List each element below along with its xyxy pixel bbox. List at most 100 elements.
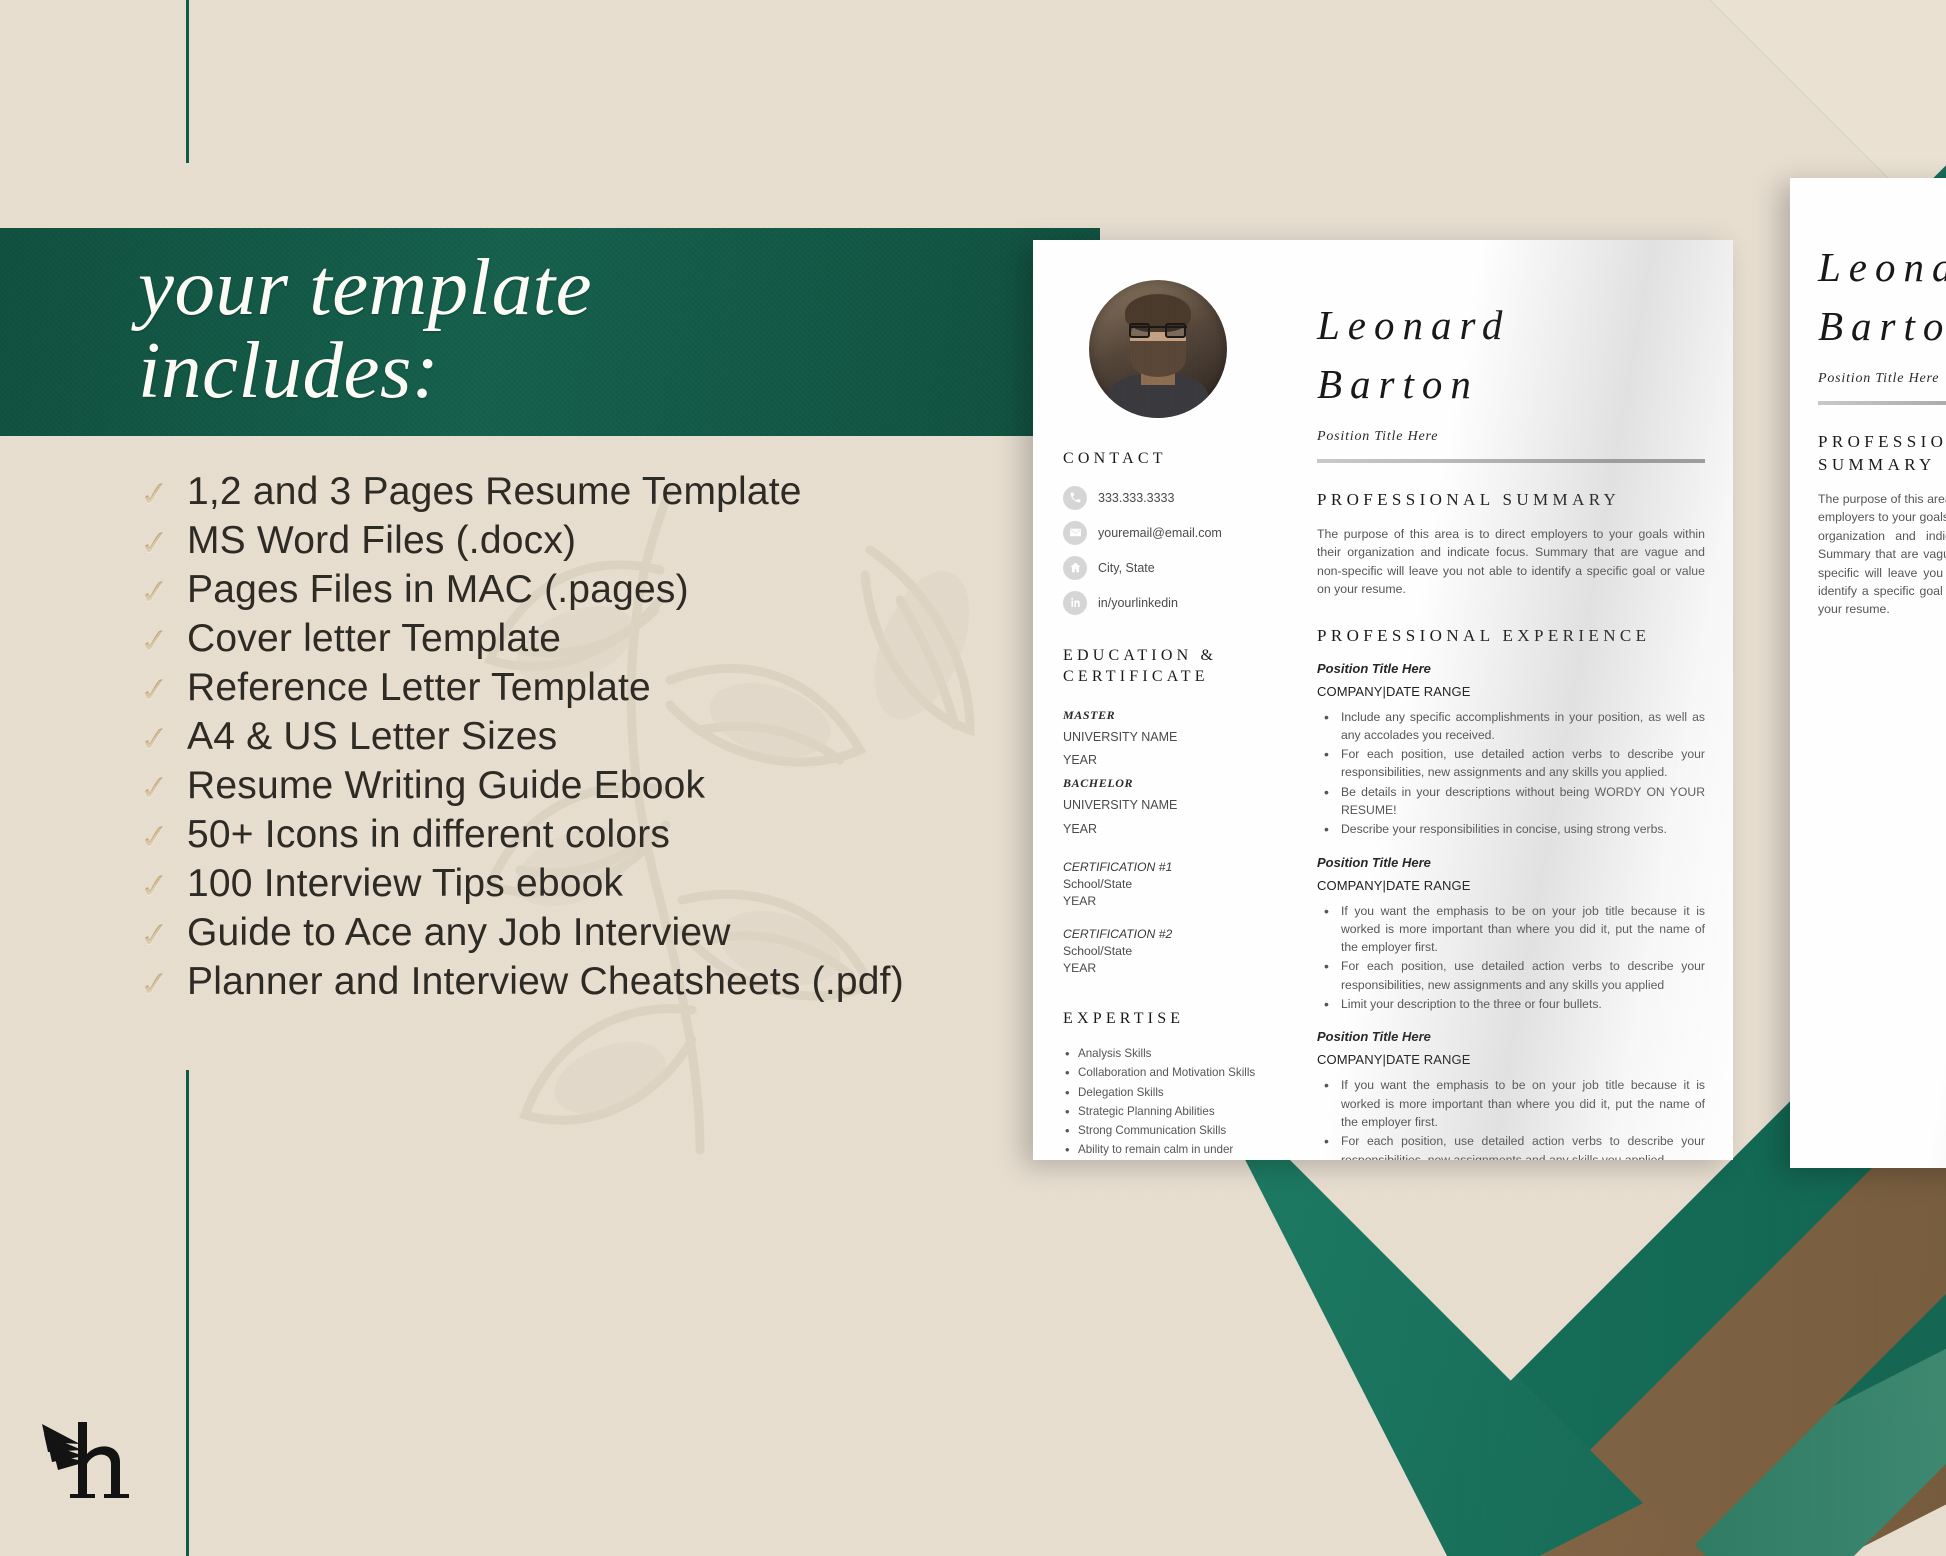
education-year: YEAR — [1063, 753, 1098, 768]
education-heading-line1-1: EDUCATION & — [1063, 646, 1218, 664]
certification-item: CERTIFICATION #2 School/State YEAR — [1063, 926, 1267, 978]
resume-main-column-1: Leonard Barton Position Title Here PROFE… — [1289, 240, 1733, 1160]
checklist-item-label: Cover letter Template — [187, 617, 562, 660]
contact-value: 333.333.3333 — [1098, 490, 1175, 505]
education-heading-line2-1: CERTIFICATE — [1063, 668, 1209, 686]
checklist-item-label: 100 Interview Tips ebook — [187, 862, 624, 905]
checklist-item: ✓ Pages Files in MAC (.pages) — [139, 568, 1040, 617]
checklist-item: ✓ 50+ Icons in different colors — [138, 813, 1040, 862]
checklist-item: ✓ Reference Letter Template — [139, 666, 1040, 715]
resume-card-secondary[interactable]: Leonard Barton Position Title Here PROFE… — [1790, 178, 1946, 1168]
summary-heading-2: PROFESSIONAL SUMMARY — [1818, 431, 1946, 474]
certification-item: CERTIFICATION #1 School/State YEAR — [1063, 859, 1267, 911]
linkedin-icon — [1063, 590, 1087, 615]
check-icon: ✓ — [138, 523, 171, 565]
contact-value: youremail@email.com — [1098, 525, 1222, 540]
certification-list-1: CERTIFICATION #1 School/State YEAR CERTIFIC… — [1063, 859, 1267, 978]
contact-row[interactable]: 333.333.3333 — [1063, 485, 1267, 510]
job-bullet: If you want the emphasis to be on your j… — [1317, 1075, 1705, 1131]
education-item: MASTER UNIVERSITY NAME YEAR — [1063, 704, 1267, 772]
job-bullet-list: If you want the emphasis to be on your j… — [1317, 901, 1705, 1016]
job-title: Position Title Here — [1317, 1029, 1431, 1045]
job-company: COMPANY|DATE RANGE — [1317, 1052, 1471, 1068]
check-icon: ✓ — [138, 964, 171, 1006]
check-icon: ✓ — [138, 719, 171, 761]
checklist-item-label: Planner and Interview Cheatsheets (.pdf) — [187, 960, 904, 1003]
resume-name-line1-2: Leonard — [1818, 244, 1946, 290]
resume-card-primary[interactable]: CONTACT 333.333.3333 youremail@email.com C… — [1033, 240, 1733, 1160]
avatar — [1089, 280, 1227, 418]
resume-main-column-2: Leonard Barton Position Title Here PROFE… — [1790, 178, 1946, 1168]
resume-name-1: Leonard Barton — [1317, 296, 1705, 415]
summary-text-2: The purpose of this area is to direct em… — [1818, 491, 1946, 617]
check-icon: ✓ — [138, 817, 171, 859]
contact-row[interactable]: youremail@email.com — [1063, 520, 1267, 545]
check-icon: ✓ — [138, 915, 171, 957]
education-degree: MASTER — [1063, 707, 1116, 722]
education-school: UNIVERSITY NAME — [1063, 729, 1178, 744]
winged-h-logo-icon — [42, 1422, 129, 1498]
contact-list-1: 333.333.3333 youremail@email.com City, Sta… — [1063, 485, 1267, 615]
job-title: Position Title Here — [1317, 660, 1431, 676]
expertise-heading-1: EXPERTISE — [1063, 1009, 1185, 1027]
summary-text-1: The purpose of this area is to direct em… — [1317, 526, 1705, 597]
certification-name: CERTIFICATION #1 — [1063, 859, 1173, 874]
education-heading-1: EDUCATION & CERTIFICATE — [1063, 645, 1267, 688]
expertise-item: Analysis Skills — [1063, 1044, 1267, 1063]
expertise-list-1: Analysis SkillsCollaboration and Motivat… — [1063, 1044, 1267, 1160]
checklist-item: ✓ A4 & US Letter Sizes — [138, 715, 1040, 764]
checklist-item: ✓ 100 Interview Tips ebook — [138, 862, 1040, 911]
job-bullet-list: Include any specific accomplishments in … — [1317, 707, 1705, 841]
home-icon — [1063, 555, 1087, 580]
page-title: your template includes: — [138, 245, 592, 416]
check-icon: ✓ — [138, 474, 171, 516]
checklist-item-label: Guide to Ace any Job Interview — [187, 911, 731, 954]
vertical-rule-top — [186, 0, 189, 163]
name-divider-2 — [1818, 400, 1946, 405]
job-bullet-list: If you want the emphasis to be on your j… — [1317, 1075, 1705, 1160]
resume-name-line2-2: Barton — [1818, 303, 1946, 350]
email-icon — [1063, 520, 1087, 545]
checklist-item: ✓ MS Word Files (.docx) — [138, 519, 1040, 568]
job-bullet: For each position, use detailed action v… — [1317, 1131, 1705, 1160]
job-title: Position Title Here — [1317, 854, 1431, 870]
checklist-item: ✓ Guide to Ace any Job Interview — [138, 911, 1040, 960]
education-item: BACHELOR UNIVERSITY NAME YEAR — [1063, 772, 1267, 840]
expertise-item: Strong Communication Skills — [1063, 1121, 1267, 1140]
check-icon: ✓ — [138, 866, 171, 908]
contact-heading-1: CONTACT — [1063, 450, 1167, 467]
job-company: COMPANY|DATE RANGE — [1317, 683, 1471, 699]
check-icon: ✓ — [138, 621, 171, 663]
education-year: YEAR — [1063, 821, 1098, 836]
certification-school: School/State — [1063, 876, 1133, 891]
checklist-item-label: Reference Letter Template — [187, 666, 651, 709]
checklist-item: ✓ 1,2 and 3 Pages Resume Template — [138, 470, 1040, 519]
feature-checklist: ✓ 1,2 and 3 Pages Resume Template ✓ MS Word… — [138, 470, 1040, 1009]
resume-name-2: Leonard Barton — [1818, 238, 1946, 357]
job-bullet: Describe your responsibilities in concis… — [1317, 819, 1705, 840]
check-icon: ✓ — [138, 768, 171, 810]
contact-row[interactable]: City, State — [1063, 555, 1267, 580]
certification-school: School/State — [1063, 943, 1133, 958]
certification-year: YEAR — [1063, 961, 1097, 976]
headline-line-1: your template — [138, 242, 593, 332]
checklist-item-label: A4 & US Letter Sizes — [187, 715, 558, 758]
checklist-item-label: Pages Files in MAC (.pages) — [187, 568, 689, 611]
expertise-item: Ability to remain calm in under pressure — [1063, 1140, 1267, 1160]
job-company: COMPANY|DATE RANGE — [1317, 877, 1471, 893]
checklist-item-label: 50+ Icons in different colors — [187, 813, 671, 856]
job-bullet: Be details in your descriptions without … — [1317, 782, 1705, 820]
summary-heading-1: PROFESSIONAL SUMMARY — [1317, 489, 1621, 509]
education-list-1: MASTER UNIVERSITY NAME YEAR BACHELOR UNIVERS… — [1063, 704, 1267, 841]
contact-value: City, State — [1098, 560, 1155, 575]
checklist-item-label: Resume Writing Guide Ebook — [187, 764, 706, 807]
vertical-rule-bottom — [186, 1070, 189, 1556]
headline-line-2: includes: — [138, 325, 440, 416]
phone-icon — [1063, 485, 1087, 510]
resume-name-line2-1: Barton — [1317, 361, 1479, 408]
checklist-item: ✓ Resume Writing Guide Ebook — [138, 764, 1040, 813]
job-bullet: Limit your description to the three or f… — [1317, 994, 1705, 1015]
contact-row[interactable]: in/yourlinkedin — [1063, 590, 1267, 615]
expertise-item: Collaboration and Motivation Skills — [1063, 1063, 1267, 1082]
job-bullet: For each position, use detailed action v… — [1317, 956, 1705, 994]
